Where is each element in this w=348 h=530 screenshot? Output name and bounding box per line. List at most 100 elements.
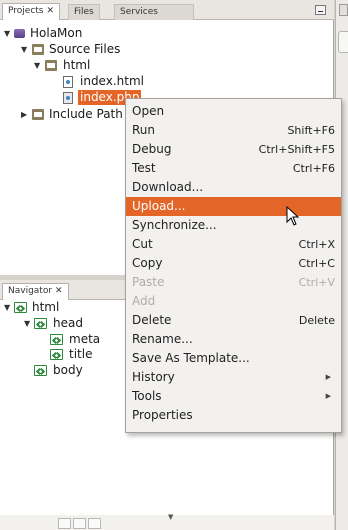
menu-item-save-as-template[interactable]: Save As Template... [126,349,341,368]
splitter-arrow-icon[interactable]: ▼ [168,513,173,521]
index-html-label: index.html [80,74,144,88]
file-icon [63,76,73,88]
submenu-arrow-icon: ▶ [325,392,331,400]
menu-item-label: Open [132,104,165,118]
menu-item-tools[interactable]: Tools ▶ [126,387,341,406]
nav-head-label: head [53,316,83,330]
html-tag-icon [34,365,47,376]
expand-arrow-icon[interactable]: ▼ [24,316,30,331]
source-files-label: Source Files [49,42,121,56]
projects-tabbar: Projects ✕ Files Services [0,0,334,20]
html-tag-icon [14,302,27,313]
menu-item-shortcut: Ctrl+C [298,257,335,270]
menu-item-label: Synchronize... [132,218,217,232]
project-icon [14,29,25,38]
tab-files-label: Files [74,7,94,17]
menu-item-label: Run [132,123,156,137]
context-menu: Open Run Shift+F6 Debug Ctrl+Shift+F5 Te… [125,98,342,433]
nav-meta-label: meta [69,332,101,346]
folder-icon [32,44,44,55]
menu-item-label: Copy [132,256,163,270]
menu-item-copy[interactable]: Copy Ctrl+C [126,254,341,273]
menu-item-label: Test [132,161,156,175]
nav-item-body[interactable]: body [0,363,100,378]
expand-arrow-icon[interactable]: ▼ [34,58,40,73]
menu-item-shortcut: Ctrl+F6 [292,162,335,175]
menu-item-shortcut: Ctrl+X [298,238,335,251]
editor-tab-edge[interactable] [338,31,348,53]
project-label: HolaMon [30,26,83,40]
menu-item-label: Save As Template... [132,351,250,365]
folder-icon [45,60,57,71]
tab-services[interactable]: Services [114,4,194,20]
mouse-cursor-icon [286,206,300,226]
tab-services-label: Services [120,7,158,17]
menu-item-upload[interactable]: Upload... [126,197,341,216]
tree-item-project[interactable]: ▼ HolaMon [0,26,140,41]
menu-item-paste[interactable]: Paste Ctrl+V [126,273,341,292]
menu-item-delete[interactable]: Delete Delete [126,311,341,330]
menu-item-shortcut: Delete [298,314,335,327]
menu-item-add[interactable]: Add [126,292,341,311]
tree-item-index-html[interactable]: index.html [0,74,160,89]
collapse-arrow-icon[interactable]: ▶ [21,107,27,122]
tab-files[interactable]: Files [68,4,100,20]
editor-icon[interactable] [339,4,348,16]
minimize-window-icon[interactable] [315,5,326,15]
menu-item-cut[interactable]: Cut Ctrl+X [126,235,341,254]
menu-item-label: Tools [132,389,162,403]
nav-body-label: body [53,363,83,377]
tab-projects-label: Projects [8,6,44,16]
nav-item-head[interactable]: ▼ head [0,316,100,331]
menu-item-shortcut: Ctrl+V [298,276,335,289]
php-file-icon [63,92,73,104]
folder-icon [32,109,44,120]
html-tag-icon [50,349,63,360]
close-icon[interactable]: ✕ [55,286,63,296]
menu-item-run[interactable]: Run Shift+F6 [126,121,341,140]
nav-item-html[interactable]: ▼ html [0,300,80,315]
menu-item-label: Download... [132,180,204,194]
tab-navigator[interactable]: Navigator ✕ [2,283,69,300]
nav-html-label: html [32,300,60,314]
html-tag-icon [34,318,47,329]
menu-item-debug[interactable]: Debug Ctrl+Shift+F5 [126,140,341,159]
tab-projects[interactable]: Projects ✕ [2,3,61,20]
menu-item-open[interactable]: Open [126,102,341,121]
menu-item-label: History [132,370,175,384]
nav-title-label: title [69,347,93,361]
bottom-toolbar [0,515,334,530]
menu-item-label: Upload... [132,199,186,213]
menu-item-history[interactable]: History ▶ [126,368,341,387]
menu-item-label: Debug [132,142,172,156]
menu-item-label: Paste [132,275,165,289]
html-tag-icon [50,334,63,345]
menu-item-label: Properties [132,408,193,422]
menu-item-label: Rename... [132,332,193,346]
nav-item-title[interactable]: title [0,347,110,362]
menu-item-properties[interactable]: Properties [126,406,341,425]
html-folder-label: html [63,58,91,72]
toolbar-button[interactable] [73,518,86,529]
nav-item-meta[interactable]: meta [0,332,110,347]
menu-item-download[interactable]: Download... [126,178,341,197]
menu-item-synchronize[interactable]: Synchronize... [126,216,341,235]
tree-item-html-folder[interactable]: ▼ html [0,58,120,73]
menu-item-test[interactable]: Test Ctrl+F6 [126,159,341,178]
expand-arrow-icon[interactable]: ▼ [21,42,27,57]
menu-item-shortcut: Ctrl+Shift+F5 [258,143,335,156]
menu-item-shortcut: Shift+F6 [287,124,335,137]
menu-item-label: Delete [132,313,172,327]
tree-item-source-files[interactable]: ▼ Source Files [0,42,160,57]
toolbar-button[interactable] [88,518,101,529]
expand-arrow-icon[interactable]: ▼ [4,300,10,315]
tab-navigator-label: Navigator [8,286,53,296]
submenu-arrow-icon: ▶ [325,373,331,381]
toolbar-button[interactable] [58,518,71,529]
include-path-label: Include Path [49,107,123,121]
menu-item-label: Add [132,294,156,308]
close-icon[interactable]: ✕ [46,6,54,16]
menu-item-rename[interactable]: Rename... [126,330,341,349]
expand-arrow-icon[interactable]: ▼ [4,26,10,41]
menu-item-label: Cut [132,237,153,251]
